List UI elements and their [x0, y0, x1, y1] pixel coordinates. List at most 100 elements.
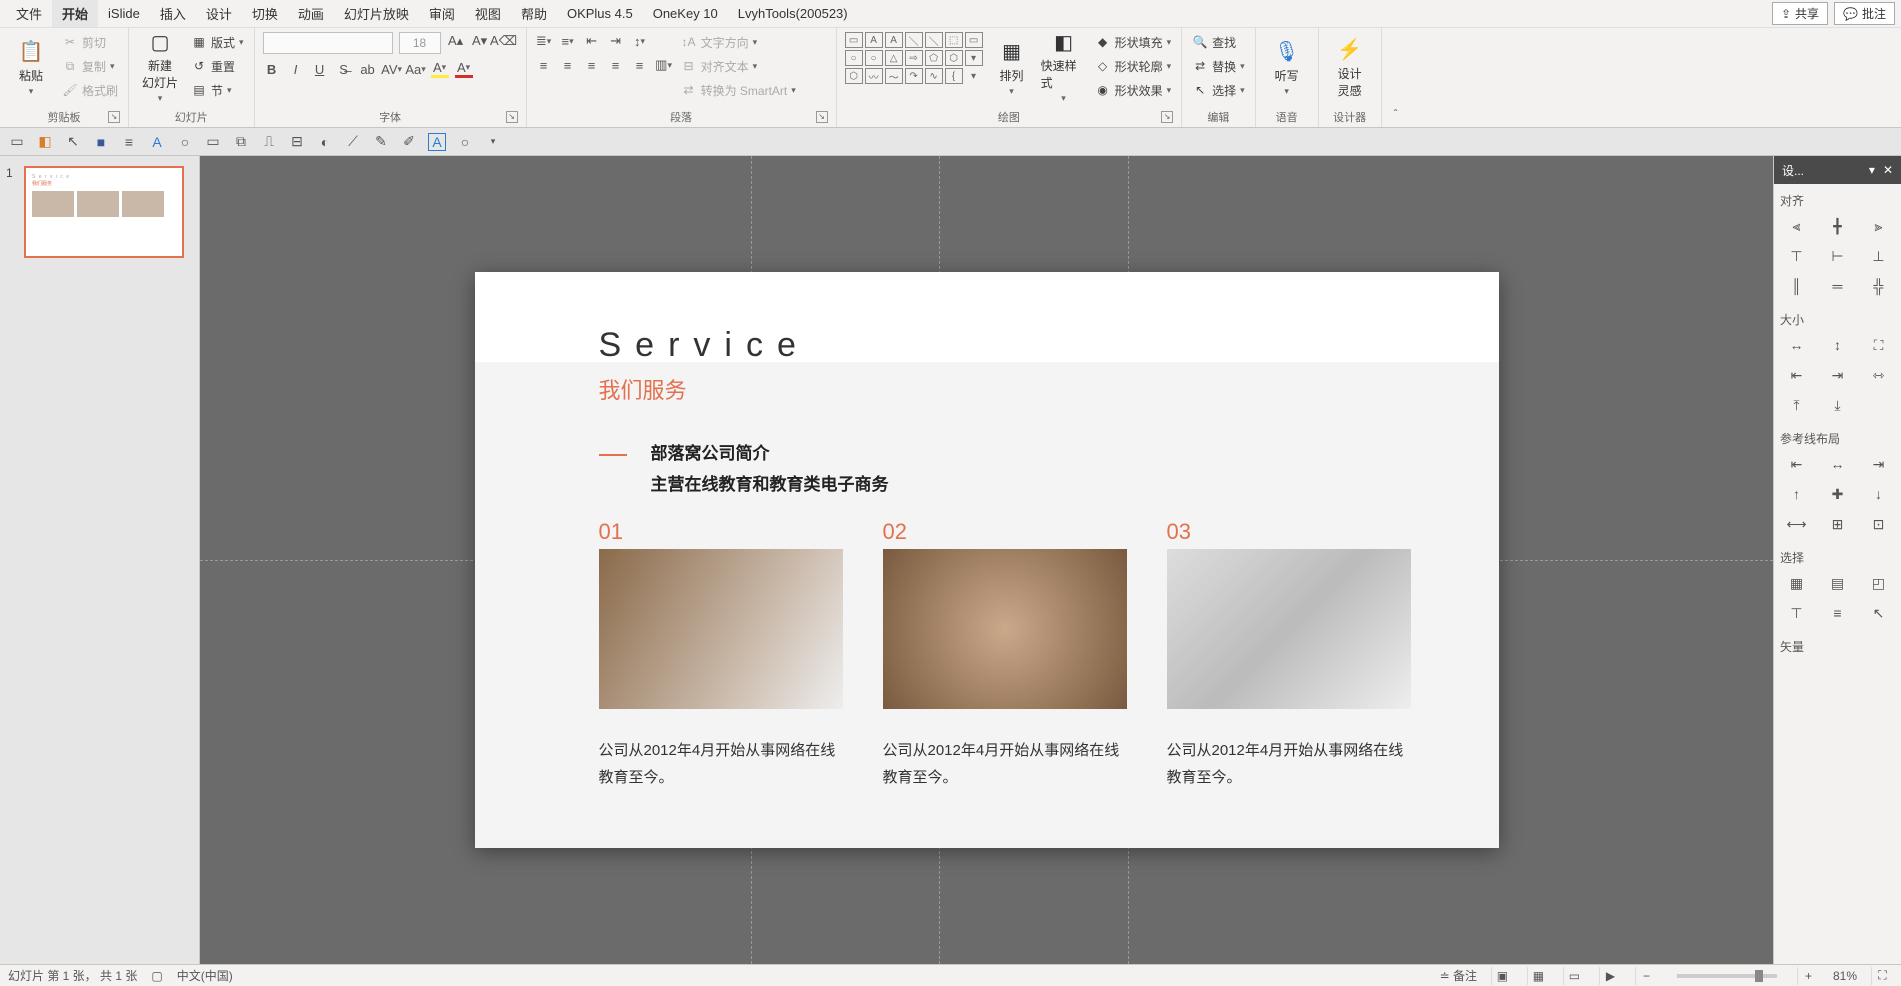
arrange-button[interactable]: ▦排列▾	[989, 32, 1035, 102]
qat-icon-7[interactable]: ○	[176, 133, 194, 151]
qat-pointer-icon[interactable]: ↖	[64, 133, 82, 151]
bullets-button[interactable]: ≣▾	[535, 32, 553, 50]
zoom-percent[interactable]: 81%	[1833, 969, 1857, 983]
intro-line2[interactable]: 主营在线教育和教育类电子商务	[651, 470, 1375, 495]
sel-3-icon[interactable]: ◰	[1862, 572, 1895, 594]
tab-animation[interactable]: 动画	[288, 0, 334, 27]
size-fit-icon[interactable]: ⛶	[1862, 334, 1895, 356]
guide-m-icon[interactable]: ✚	[1821, 483, 1854, 505]
paste-button[interactable]: 📋 粘贴▾	[8, 32, 54, 102]
zoom-slider[interactable]	[1677, 974, 1777, 978]
guide-v-icon[interactable]: ⊞	[1821, 513, 1854, 535]
sel-1-icon[interactable]: ▦	[1780, 572, 1813, 594]
copy-button[interactable]: ⧉复制▾	[60, 56, 120, 76]
slide-title-cn[interactable]: 我们服务	[599, 373, 1375, 405]
decrease-indent-button[interactable]: ⇤	[583, 32, 601, 50]
tab-home[interactable]: 开始	[52, 0, 98, 27]
qat-icon-11[interactable]: ⊟	[288, 133, 306, 151]
sel-2-icon[interactable]: ▤	[1821, 572, 1854, 594]
sel-5-icon[interactable]: ≡	[1821, 602, 1854, 624]
zoom-in-button[interactable]: +	[1797, 967, 1819, 985]
align-right-button[interactable]: ≡	[583, 56, 601, 74]
shape-fill-button[interactable]: ◆形状填充▾	[1093, 32, 1174, 52]
qat-icon-10[interactable]: ⎍	[260, 133, 278, 151]
new-slide-button[interactable]: ▢ 新建 幻灯片▾	[137, 32, 183, 102]
qat-icon-13[interactable]: ⟋	[344, 133, 362, 151]
tab-view[interactable]: 视图	[465, 0, 511, 27]
find-button[interactable]: 🔍查找	[1190, 32, 1247, 52]
col3-desc[interactable]: 公司从2012年4月开始从事网络在线教育至今。	[1167, 737, 1411, 791]
design-ideas-button[interactable]: ⚡设计 灵感	[1327, 32, 1373, 102]
clear-format-icon[interactable]: A⌫	[495, 32, 513, 50]
size-top-icon[interactable]: ⤒	[1780, 394, 1813, 416]
status-language[interactable]: 中文(中国)	[177, 967, 233, 984]
section-button[interactable]: ▤节▾	[189, 80, 246, 100]
size-right-icon[interactable]: ⇥	[1821, 364, 1854, 386]
align-top-icon[interactable]: ⊤	[1780, 245, 1813, 267]
replace-button[interactable]: ⇄替换▾	[1190, 56, 1247, 76]
dictate-button[interactable]: 🎙听写▾	[1264, 32, 1310, 102]
text-direction-button[interactable]: ↕A文字方向▾	[679, 32, 798, 52]
pane-dropdown-icon[interactable]: ▾	[1869, 163, 1875, 177]
convert-smartart-button[interactable]: ⇄转换为 SmartArt▾	[679, 80, 798, 100]
increase-indent-button[interactable]: ⇥	[607, 32, 625, 50]
align-left-icon[interactable]: ⫷	[1780, 215, 1813, 237]
distribute-v-icon[interactable]: ═	[1821, 275, 1854, 297]
reset-button[interactable]: ↺重置	[189, 56, 246, 76]
size-w-icon[interactable]: ↔	[1780, 334, 1813, 356]
font-color-button[interactable]: A▾	[455, 60, 473, 78]
align-right-icon[interactable]: ⫸	[1862, 215, 1895, 237]
zoom-out-button[interactable]: −	[1635, 967, 1657, 985]
notes-button[interactable]: ≐ 备注	[1440, 967, 1477, 984]
col1-desc[interactable]: 公司从2012年4月开始从事网络在线教育至今。	[599, 737, 843, 791]
align-middle-icon[interactable]: ⊢	[1821, 245, 1854, 267]
font-launcher[interactable]: ↘	[506, 111, 518, 123]
qat-icon-5[interactable]: ≡	[120, 133, 138, 151]
font-size-combo[interactable]: 18	[399, 32, 441, 54]
slide-title-en[interactable]: Service	[599, 326, 1375, 365]
qat-icon-17[interactable]: ○	[456, 133, 474, 151]
guide-grid-icon[interactable]: ⊡	[1862, 513, 1895, 535]
fit-window-icon[interactable]: ⛶	[1871, 967, 1893, 985]
char-spacing-button[interactable]: AV▾	[383, 60, 401, 78]
qat-icon-14[interactable]: ✎	[372, 133, 390, 151]
column-3[interactable]: 03 公司从2012年4月开始从事网络在线教育至今。	[1167, 519, 1411, 791]
tab-review[interactable]: 审阅	[419, 0, 465, 27]
pane-close-icon[interactable]: ✕	[1883, 163, 1893, 177]
highlight-button[interactable]: A▾	[431, 60, 449, 78]
bold-button[interactable]: B	[263, 60, 281, 78]
view-slideshow-icon[interactable]: ▶	[1599, 967, 1621, 985]
qat-icon-8[interactable]: ▭	[204, 133, 222, 151]
columns-button[interactable]: ▥▾	[655, 56, 673, 74]
guide-h-icon[interactable]: ⟷	[1780, 513, 1813, 535]
tab-transition[interactable]: 切换	[242, 0, 288, 27]
size-equal-icon[interactable]: ⇿	[1862, 364, 1895, 386]
guide-r-icon[interactable]: ⇥	[1862, 453, 1895, 475]
clipboard-launcher[interactable]: ↘	[108, 111, 120, 123]
col1-image[interactable]	[599, 549, 843, 709]
layout-button[interactable]: ▦版式▾	[189, 32, 246, 52]
tab-help[interactable]: 帮助	[511, 0, 557, 27]
distribute-both-icon[interactable]: ╬	[1862, 275, 1895, 297]
share-button[interactable]: ⇪共享	[1772, 2, 1828, 25]
justify-button[interactable]: ≡	[607, 56, 625, 74]
shape-effects-button[interactable]: ◉形状效果▾	[1093, 80, 1174, 100]
align-bottom-icon[interactable]: ⊥	[1862, 245, 1895, 267]
strike-button[interactable]: S̶	[335, 60, 353, 78]
font-family-combo[interactable]	[263, 32, 393, 54]
guide-b-icon[interactable]: ↓	[1862, 483, 1895, 505]
size-h-icon[interactable]: ↕	[1821, 334, 1854, 356]
qat-icon-15[interactable]: ✐	[400, 133, 418, 151]
view-sorter-icon[interactable]: ▦	[1527, 967, 1549, 985]
shape-outline-button[interactable]: ◇形状轮廓▾	[1093, 56, 1174, 76]
accessibility-icon[interactable]: ▢	[151, 969, 162, 983]
change-case-button[interactable]: Aa▾	[407, 60, 425, 78]
tab-design[interactable]: 设计	[196, 0, 242, 27]
guide-c-icon[interactable]: ↔	[1821, 453, 1854, 475]
view-reading-icon[interactable]: ▭	[1563, 967, 1585, 985]
collapse-ribbon-button[interactable]: ˆ	[1382, 28, 1410, 127]
view-normal-icon[interactable]: ▣	[1491, 967, 1513, 985]
tab-file[interactable]: 文件	[6, 0, 52, 27]
line-spacing-button[interactable]: ↕▾	[631, 32, 649, 50]
numbering-button[interactable]: ≡▾	[559, 32, 577, 50]
